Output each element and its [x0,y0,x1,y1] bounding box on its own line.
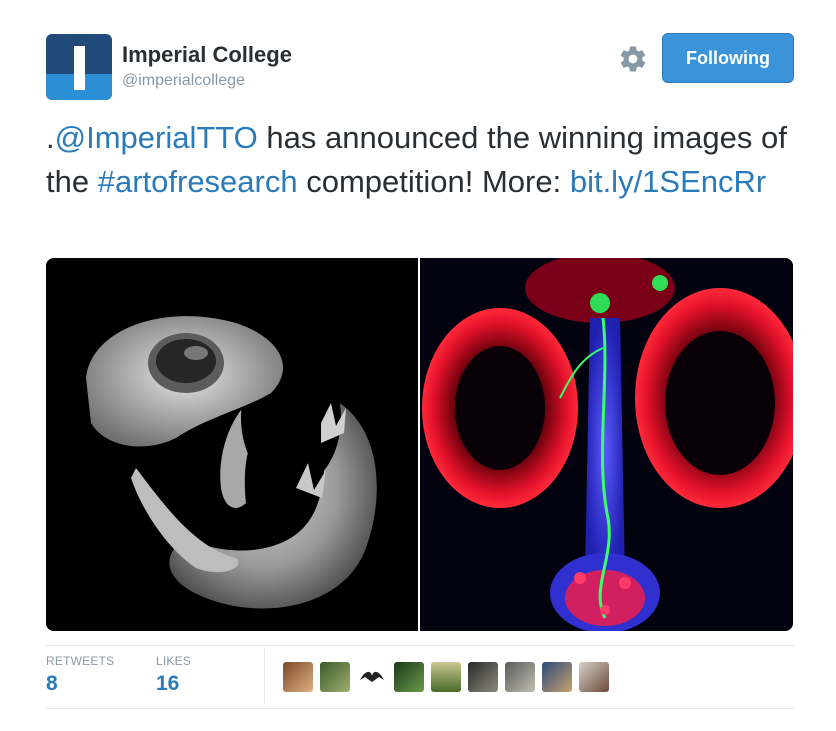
retweets-label: RETWEETS [46,654,115,668]
likes-stat[interactable]: LIKES 16 [156,654,191,696]
tweet-text: .@ImperialTTO has announced the winning … [46,116,806,204]
liker-avatar[interactable] [468,662,498,692]
following-button[interactable]: Following [662,33,794,83]
gear-icon[interactable] [618,44,648,74]
liker-avatar[interactable] [542,662,572,692]
mention-link[interactable]: @ImperialTTO [55,120,258,155]
liker-avatar[interactable] [431,662,461,692]
retweets-count[interactable]: 8 [46,672,114,696]
author-handle[interactable]: @imperialcollege [122,72,245,90]
author-avatar[interactable] [46,34,112,100]
stats-top-divider [46,645,794,646]
short-url-link[interactable]: bit.ly/1SEncRr [570,164,766,199]
text-prefix: . [46,120,55,155]
liker-avatar[interactable] [394,662,424,692]
author-display-name[interactable]: Imperial College [122,42,292,68]
text-after-hashtag: competition! More: [297,164,570,199]
liker-avatar[interactable] [505,662,535,692]
liker-avatar[interactable] [579,662,609,692]
fluorescent-microscopy-image[interactable] [420,258,793,631]
stats-bottom-divider [46,708,794,709]
likes-label: LIKES [156,654,192,668]
liker-avatar[interactable] [357,662,387,692]
likes-count[interactable]: 16 [156,672,191,696]
media-grid [46,258,793,631]
hashtag-link[interactable]: #artofresearch [98,164,298,199]
stats-separator [264,648,265,704]
liker-avatar[interactable] [283,662,313,692]
embryo-xray-image[interactable] [46,258,418,631]
imperial-logo-icon [46,34,112,100]
liker-avatar[interactable] [320,662,350,692]
retweets-stat[interactable]: RETWEETS 8 [46,654,114,696]
